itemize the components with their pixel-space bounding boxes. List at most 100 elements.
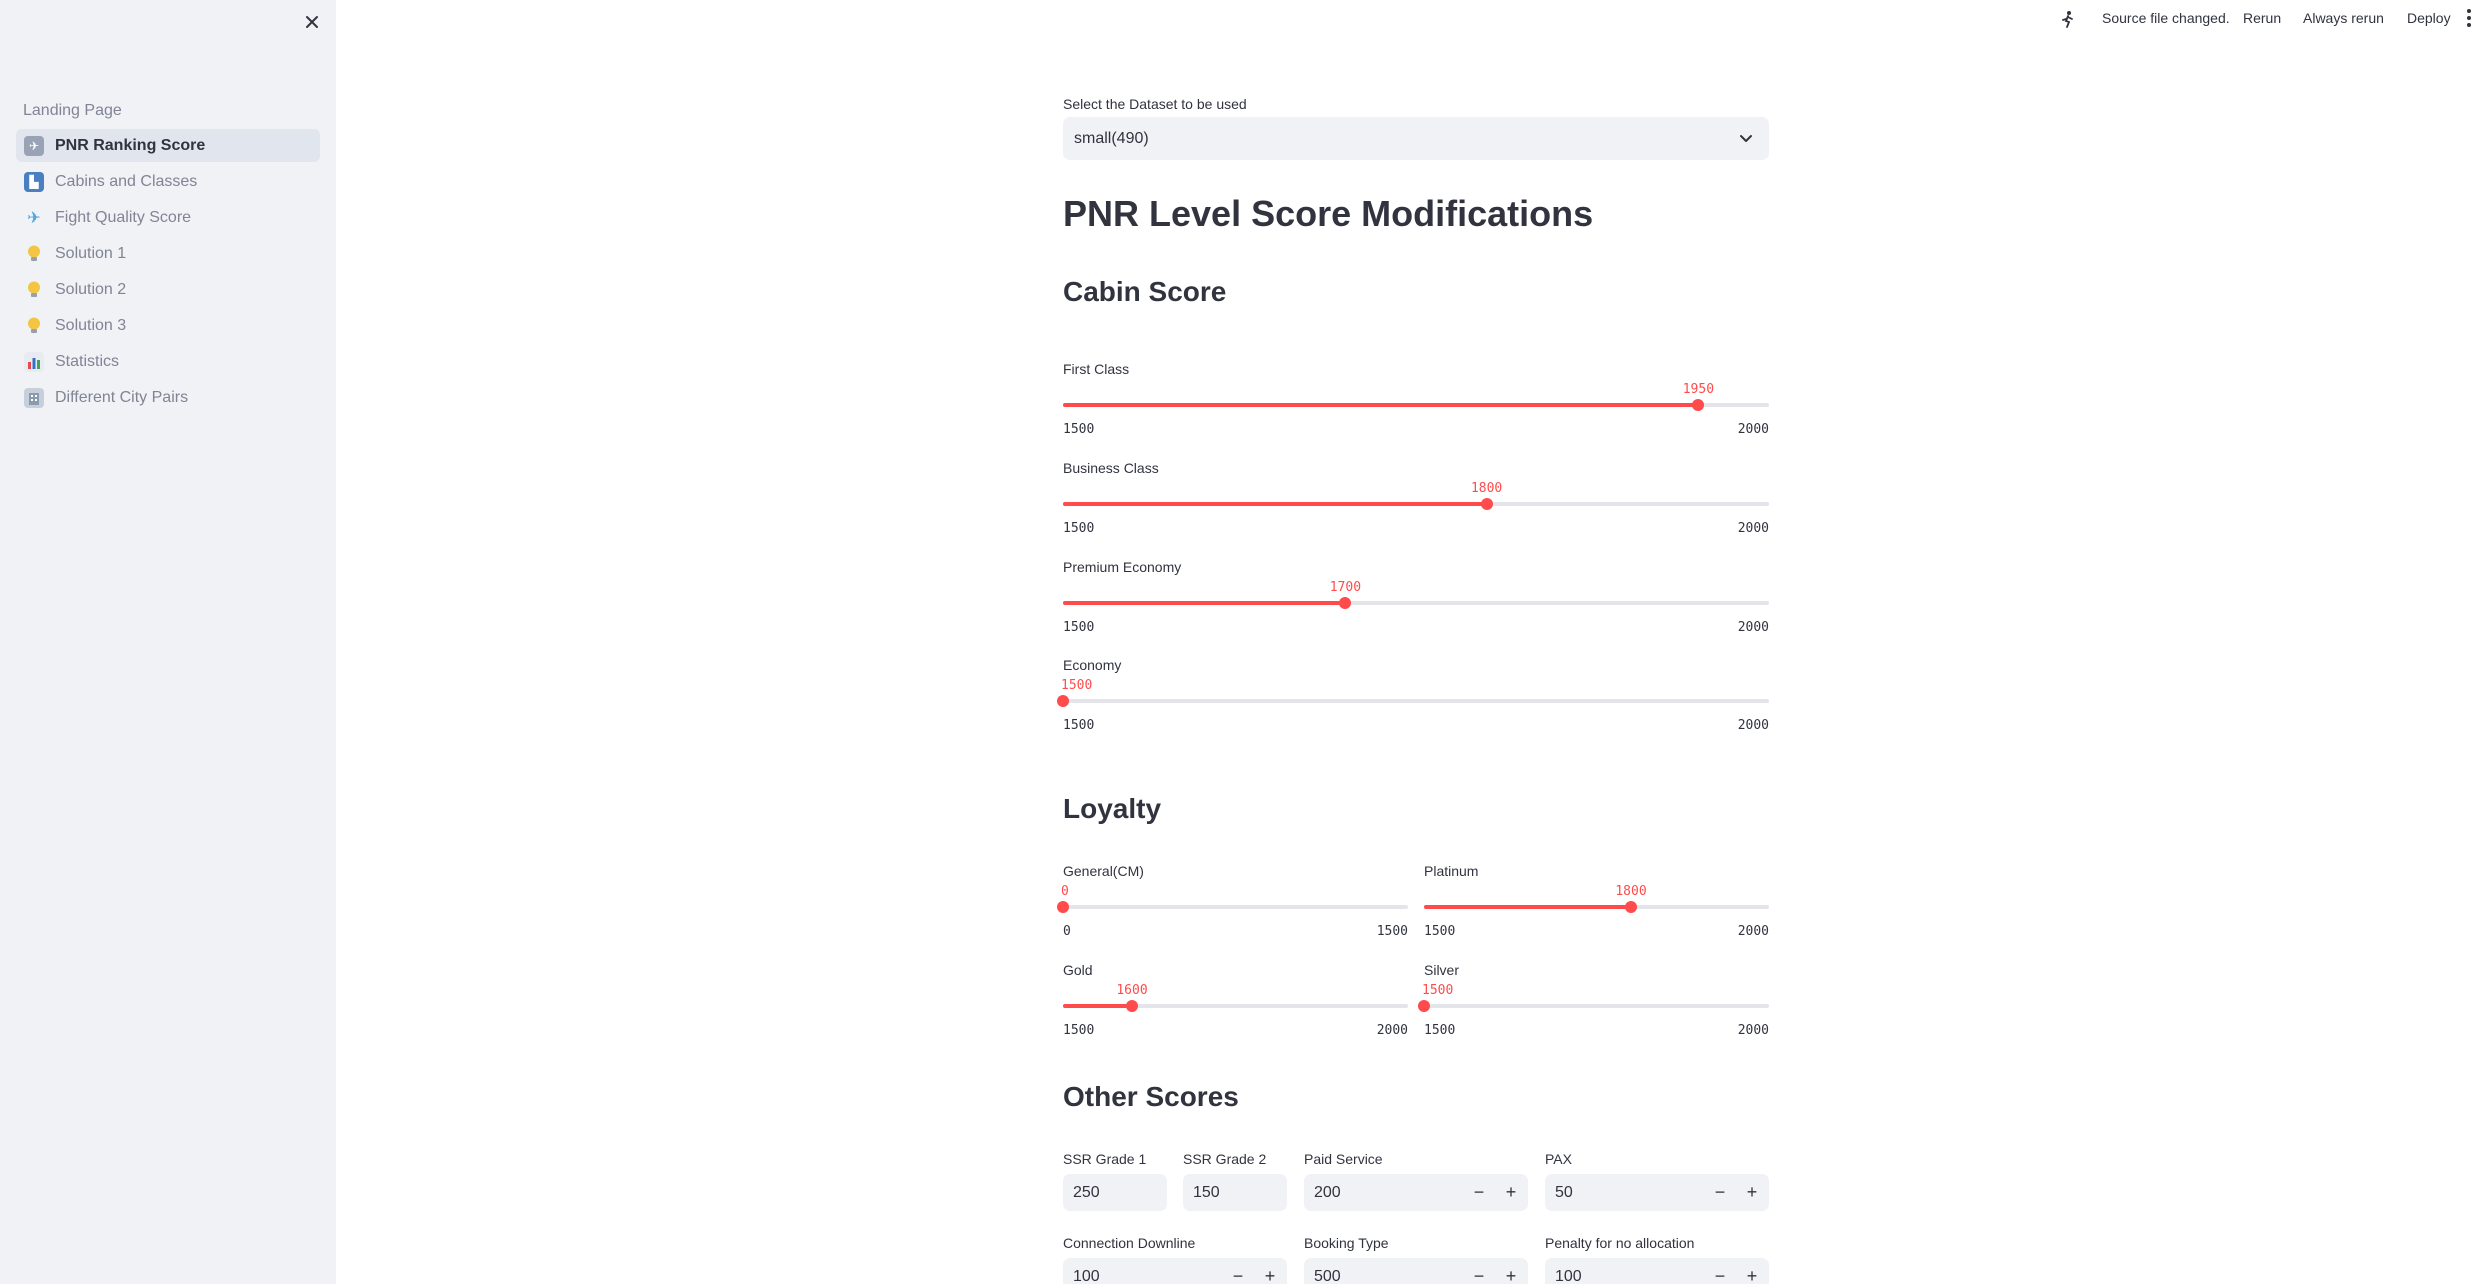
ssr-grade-2-label: SSR Grade 2 bbox=[1183, 1151, 1267, 1167]
booking-type-input[interactable]: 500 − + bbox=[1304, 1258, 1528, 1284]
dataset-select-value: small(490) bbox=[1074, 129, 1149, 147]
decrement-button[interactable]: − bbox=[1464, 1258, 1494, 1284]
slider-fill bbox=[1063, 1004, 1132, 1008]
slider-track[interactable] bbox=[1418, 1000, 1769, 1012]
slider-thumb[interactable] bbox=[1625, 901, 1637, 913]
slider-value: 1950 bbox=[1682, 382, 1715, 397]
sidebar-item-fight-quality-score[interactable]: ✈ Fight Quality Score bbox=[16, 201, 320, 234]
slider-label: Premium Economy bbox=[1063, 559, 1182, 575]
input-value: 250 bbox=[1073, 1183, 1100, 1201]
slider-value: 1800 bbox=[1470, 481, 1503, 496]
slider-fill bbox=[1063, 403, 1699, 407]
deploy-button[interactable]: Deploy bbox=[2407, 10, 2451, 26]
slider-max: 2000 bbox=[1737, 1023, 1769, 1038]
slider-track[interactable] bbox=[1063, 498, 1769, 510]
ssr-grade-1-input[interactable]: 250 bbox=[1063, 1174, 1167, 1211]
dataset-select-label: Select the Dataset to be used bbox=[1063, 96, 1247, 112]
slider-max: 2000 bbox=[1737, 718, 1769, 733]
other-scores-heading: Other Scores bbox=[1063, 1081, 1239, 1112]
close-sidebar-button[interactable] bbox=[300, 10, 324, 34]
general-cm-slider[interactable]: General(CM) 0 0 1500 bbox=[1057, 863, 1408, 939]
slider-thumb[interactable] bbox=[1692, 399, 1705, 411]
decrement-button[interactable]: − bbox=[1464, 1174, 1494, 1211]
increment-button[interactable]: + bbox=[1255, 1258, 1285, 1284]
silver-slider[interactable]: Silver 1500 1500 2000 bbox=[1418, 962, 1769, 1038]
main-menu-button[interactable] bbox=[2466, 9, 2472, 27]
penalty-no-allocation-input[interactable]: 100 − + bbox=[1545, 1258, 1769, 1284]
increment-button[interactable]: + bbox=[1737, 1258, 1767, 1284]
slider-thumb[interactable] bbox=[1339, 597, 1352, 609]
slider-label: Silver bbox=[1424, 962, 1460, 978]
slider-track[interactable] bbox=[1057, 901, 1408, 913]
slider-thumb[interactable] bbox=[1126, 1000, 1138, 1012]
sidebar: Landing Page ✈ PNR Ranking Score ▙ Cabin… bbox=[0, 0, 336, 1284]
sidebar-item-solution-3[interactable]: Solution 3 bbox=[16, 309, 320, 342]
economy-slider[interactable]: Economy 1500 1500 2000 bbox=[1057, 657, 1769, 733]
slider-label: Platinum bbox=[1424, 863, 1479, 879]
sidebar-item-label: Different City Pairs bbox=[55, 388, 189, 406]
gold-slider[interactable]: Gold 1600 1500 2000 bbox=[1063, 962, 1408, 1038]
slider-track[interactable] bbox=[1063, 1000, 1408, 1012]
slider-max: 2000 bbox=[1737, 422, 1769, 437]
lightbulb-icon bbox=[24, 280, 44, 300]
sidebar-item-statistics[interactable]: Statistics bbox=[16, 345, 320, 378]
decrement-button[interactable]: − bbox=[1705, 1258, 1735, 1284]
sidebar-item-label: Fight Quality Score bbox=[55, 208, 192, 226]
connection-downline-input[interactable]: 100 − + bbox=[1063, 1258, 1287, 1284]
sidebar-item-solution-1[interactable]: Solution 1 bbox=[16, 237, 320, 270]
ticket-icon: ✈ bbox=[24, 135, 44, 156]
rerun-button[interactable]: Rerun bbox=[2243, 10, 2281, 26]
slider-track[interactable] bbox=[1424, 901, 1769, 913]
chevron-down-icon bbox=[1740, 135, 1752, 142]
decrement-button[interactable]: − bbox=[1705, 1174, 1735, 1211]
increment-button[interactable]: + bbox=[1496, 1174, 1526, 1211]
pax-label: PAX bbox=[1545, 1151, 1572, 1167]
paid-service-input[interactable]: 200 − + bbox=[1304, 1174, 1528, 1211]
slider-value: 1600 bbox=[1116, 983, 1148, 998]
booking-type-label: Booking Type bbox=[1304, 1235, 1389, 1251]
lightbulb-icon bbox=[24, 316, 44, 336]
kebab-icon bbox=[2467, 9, 2471, 13]
slider-track[interactable] bbox=[1063, 597, 1769, 609]
increment-button[interactable]: + bbox=[1496, 1258, 1526, 1284]
bar-chart-icon bbox=[24, 351, 44, 372]
slider-track[interactable] bbox=[1057, 695, 1769, 707]
slider-max: 2000 bbox=[1737, 924, 1769, 939]
business-class-slider[interactable]: Business Class 1800 1500 2000 bbox=[1063, 460, 1769, 536]
slider-thumb[interactable] bbox=[1057, 695, 1069, 707]
always-rerun-button[interactable]: Always rerun bbox=[2303, 10, 2384, 26]
sidebar-item-solution-2[interactable]: Solution 2 bbox=[16, 273, 320, 306]
slider-thumb[interactable] bbox=[1057, 901, 1069, 913]
ssr-grade-2-input[interactable]: 150 bbox=[1183, 1174, 1287, 1211]
loyalty-heading: Loyalty bbox=[1063, 793, 1162, 824]
slider-track[interactable] bbox=[1063, 399, 1769, 411]
premium-economy-slider[interactable]: Premium Economy 1700 1500 2000 bbox=[1063, 559, 1769, 635]
slider-fill bbox=[1063, 502, 1487, 506]
first-class-slider[interactable]: First Class 1950 1500 2000 bbox=[1063, 361, 1769, 437]
input-value: 50 bbox=[1555, 1183, 1573, 1201]
slider-max: 2000 bbox=[1376, 1023, 1408, 1038]
sidebar-section-title[interactable]: Landing Page bbox=[23, 102, 122, 120]
input-value: 150 bbox=[1193, 1183, 1220, 1201]
source-changed-text: Source file changed. bbox=[2102, 10, 2230, 26]
increment-button[interactable]: + bbox=[1737, 1174, 1767, 1211]
slider-value: 1700 bbox=[1329, 580, 1362, 595]
close-icon bbox=[306, 16, 318, 28]
paid-service-label: Paid Service bbox=[1304, 1151, 1383, 1167]
kebab-dot bbox=[2467, 16, 2471, 20]
sidebar-item-pnr-ranking-score[interactable]: ✈ PNR Ranking Score bbox=[16, 129, 320, 162]
slider-max: 1500 bbox=[1376, 924, 1408, 939]
sidebar-item-different-city-pairs[interactable]: Different City Pairs bbox=[16, 381, 320, 414]
platinum-slider[interactable]: Platinum 1800 1500 2000 bbox=[1424, 863, 1769, 939]
slider-label: Economy bbox=[1063, 657, 1122, 673]
sidebar-item-label: Statistics bbox=[55, 352, 120, 370]
dataset-select[interactable]: small(490) bbox=[1063, 117, 1769, 160]
decrement-button[interactable]: − bbox=[1223, 1258, 1253, 1284]
cabin-score-heading: Cabin Score bbox=[1063, 276, 1227, 307]
pax-input[interactable]: 50 − + bbox=[1545, 1174, 1769, 1211]
sidebar-item-cabins-and-classes[interactable]: ▙ Cabins and Classes bbox=[16, 165, 320, 198]
slider-thumb[interactable] bbox=[1418, 1000, 1430, 1012]
slider-min: 1500 bbox=[1063, 1023, 1095, 1038]
slider-thumb[interactable] bbox=[1480, 498, 1493, 510]
slider-min: 1500 bbox=[1063, 718, 1095, 733]
